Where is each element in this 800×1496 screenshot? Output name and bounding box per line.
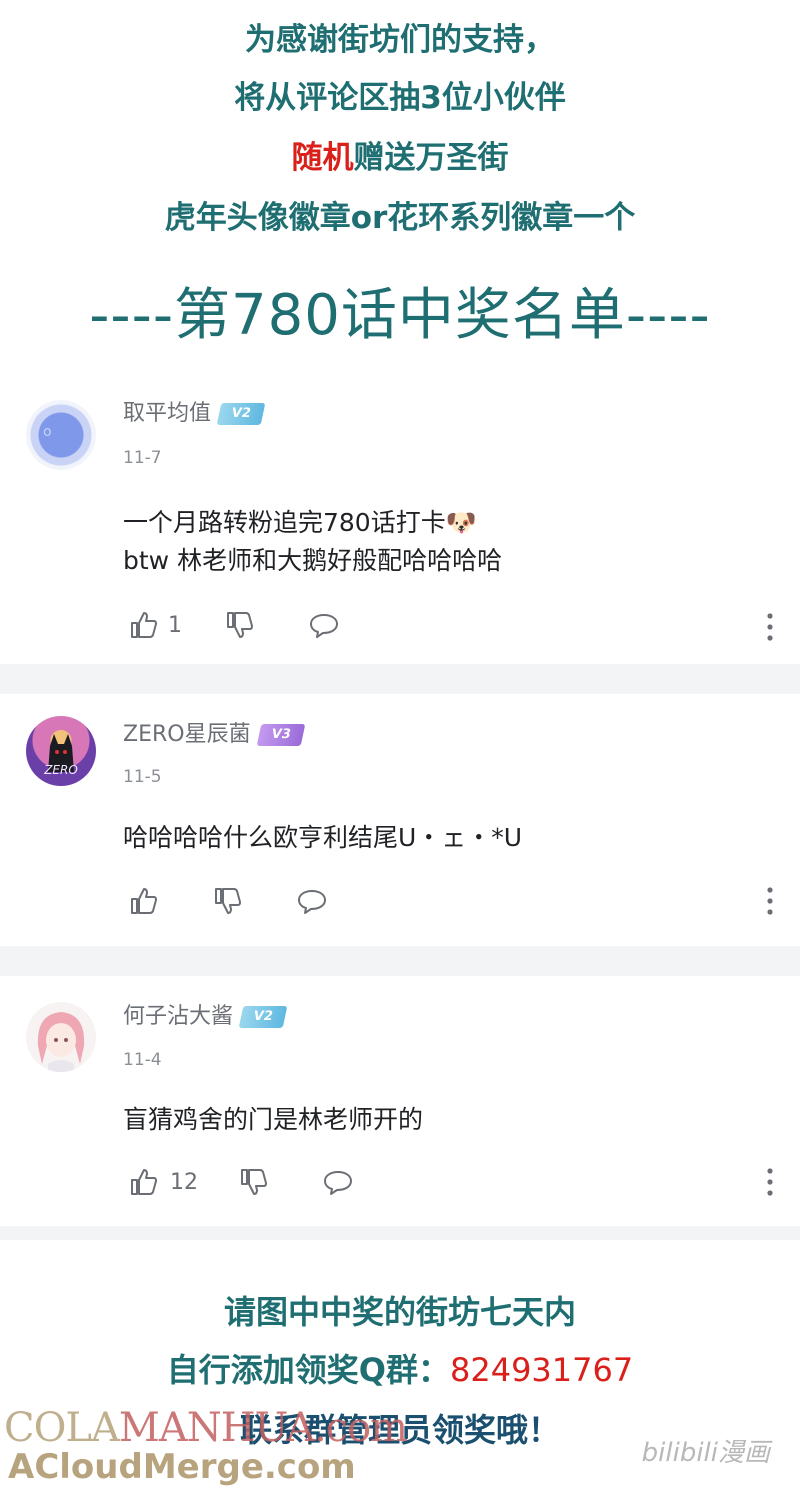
avatar-placeholder-icon: o [43, 424, 52, 440]
comment-bubble-icon [324, 1171, 352, 1195]
watermark-manhua: MANHUA [118, 1405, 315, 1451]
qq-group-number: 824931767 [449, 1351, 634, 1389]
level-badge: V2 [216, 403, 266, 425]
watermark-cola: COLA [4, 1405, 120, 1451]
footer-line-2: 自行添加领奖Q群：824931767 [0, 1348, 800, 1392]
like-button[interactable]: 1 [128, 608, 182, 642]
like-count: 1 [168, 612, 182, 638]
header-line-2: 将从评论区抽3位小伙伴 [234, 80, 566, 116]
comment-bubble-icon [310, 614, 338, 638]
acloudmerge-watermark: ACloudMerge.com [8, 1447, 356, 1487]
wolf-avatar-icon: ZERO [43, 734, 78, 777]
more-options-icon[interactable] [766, 886, 774, 916]
thumbs-up-icon [131, 888, 157, 914]
username-text: ZERO星辰菌 [123, 722, 251, 747]
thumbs-up-icon [131, 1169, 157, 1195]
dislike-button[interactable] [224, 608, 256, 642]
thumbs-down-icon [215, 888, 241, 914]
svg-text:ZERO: ZERO [43, 763, 78, 777]
like-button[interactable] [128, 884, 168, 918]
avatar[interactable] [26, 1002, 96, 1072]
watermark-dotcom: .com [313, 1405, 408, 1451]
comment-date: 11-5 [123, 767, 162, 787]
thumbs-up-icon [131, 612, 157, 638]
colamanhua-watermark: COLAMANHUA.com [4, 1405, 408, 1451]
bilibili-manga-logo: bilibili漫画 [641, 1438, 770, 1468]
header-line-3-rest: 赠送万圣街 [353, 140, 509, 176]
reply-button[interactable] [308, 608, 340, 642]
more-options-icon[interactable] [766, 1167, 774, 1197]
thumbs-down-icon [227, 612, 253, 638]
comment-text: 一个月路转粉追完780话打卡🐶 btw 林老师和大鹅好般配哈哈哈哈 [123, 504, 502, 580]
username[interactable]: 何子沾大酱 V2 [123, 1003, 288, 1031]
header-line-3: 随机赠送万圣街 [0, 138, 800, 178]
reply-button[interactable] [322, 1165, 354, 1199]
username[interactable]: ZERO星辰菌 V3 [123, 721, 305, 749]
username[interactable]: 取平均值 V2 [123, 400, 266, 428]
more-options-icon[interactable] [766, 612, 774, 642]
dislike-button[interactable] [238, 1165, 270, 1199]
thumbs-down-icon [241, 1169, 267, 1195]
comment-text-line-1: 一个月路转粉追完780话打卡🐶 [123, 508, 477, 537]
comment-divider [0, 946, 800, 976]
avatar[interactable]: ZERO [26, 716, 96, 786]
reply-button[interactable] [296, 884, 328, 918]
footer-group-label: 自行添加领奖Q群： [166, 1351, 450, 1389]
header-line-4: 虎年头像徽章or花环系列徽章一个 [164, 200, 636, 236]
username-text: 取平均值 [123, 401, 212, 426]
comment-text: 盲猜鸡舍的门是林老师开的 [123, 1105, 424, 1134]
comment-bubble-icon [298, 890, 326, 914]
like-button[interactable]: 12 [128, 1165, 198, 1199]
username-text: 何子沾大酱 [123, 1004, 234, 1029]
comment-text-line-2: btw 林老师和大鹅好般配哈哈哈哈 [123, 546, 503, 575]
dislike-button[interactable] [212, 884, 244, 918]
winners-title: ----第780话中奖名单---- [89, 283, 711, 348]
comment-date: 11-4 [123, 1050, 162, 1070]
header-random-word: 随机 [291, 140, 354, 176]
avatar[interactable]: o [26, 400, 96, 470]
level-badge: V3 [256, 724, 305, 746]
comment-date: 11-7 [123, 448, 162, 468]
header-line-1: 为感谢街坊们的支持， [245, 22, 555, 58]
level-badge: V2 [238, 1006, 288, 1028]
like-count: 12 [170, 1169, 198, 1195]
comment-text: 哈哈哈哈什么欧亨利结尾U・ェ・*U [123, 823, 523, 852]
footer-line-1: 请图中中奖的街坊七天内 [223, 1293, 576, 1331]
anime-girl-avatar-icon [37, 1012, 85, 1072]
comment-divider [0, 1226, 800, 1240]
comment-divider [0, 664, 800, 694]
